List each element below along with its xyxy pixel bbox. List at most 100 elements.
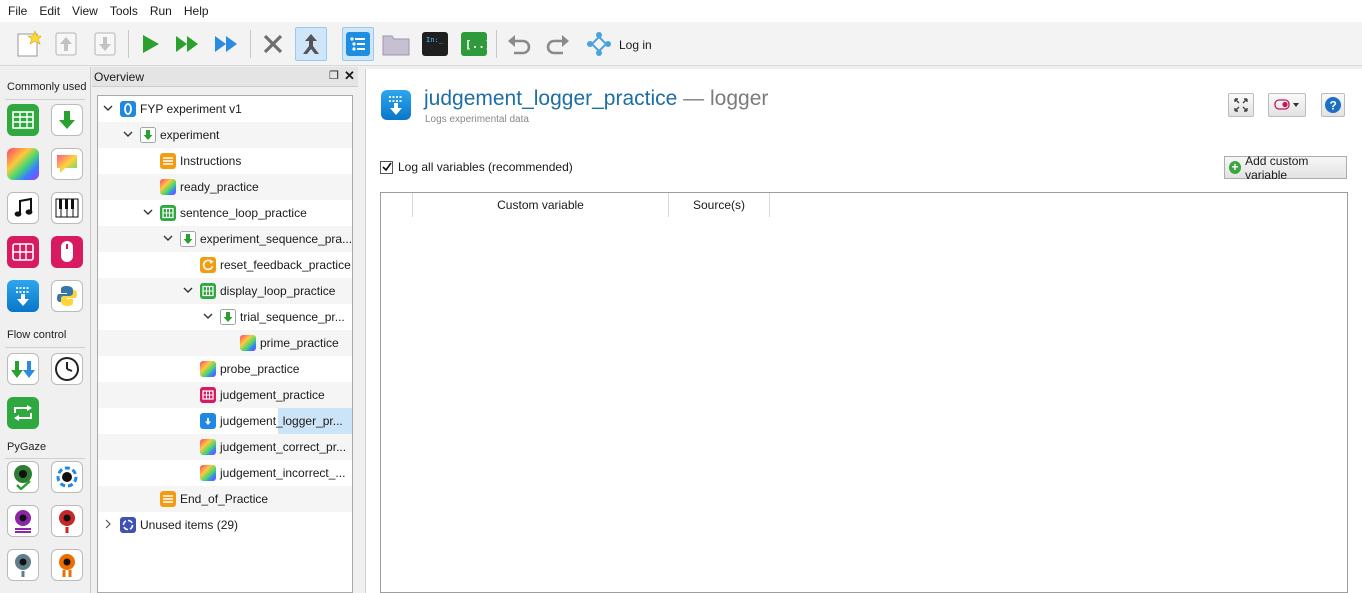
maximize-button[interactable] bbox=[1228, 93, 1254, 117]
item-menu-button[interactable] bbox=[1268, 93, 1306, 117]
pygaze-init-button[interactable] bbox=[51, 461, 83, 493]
collapse-arrow-icon[interactable] bbox=[142, 206, 154, 218]
tree-item[interactable]: reset_feedback_practice bbox=[98, 252, 352, 278]
collapse-arrow-icon[interactable] bbox=[162, 232, 174, 244]
tree-item-label[interactable]: display_loop_practice bbox=[220, 284, 335, 298]
login-button[interactable] bbox=[583, 27, 615, 61]
collapse-arrow-icon[interactable] bbox=[202, 310, 214, 322]
tree-item[interactable]: Unused items (29) bbox=[98, 512, 352, 538]
menu-tools[interactable]: Tools bbox=[104, 0, 144, 22]
tree-item-label[interactable]: judgement_practice bbox=[220, 388, 325, 402]
sequence-item-button[interactable] bbox=[51, 104, 83, 136]
sketchpad-item-button[interactable] bbox=[7, 148, 39, 180]
tree-item[interactable]: End_of_Practice bbox=[98, 486, 352, 512]
column-header-sources[interactable]: Source(s) bbox=[669, 193, 770, 217]
file-pool-button[interactable] bbox=[380, 27, 412, 61]
merge-button[interactable] bbox=[295, 27, 327, 61]
sketchpad-icon bbox=[200, 439, 216, 455]
coroutines-item-button[interactable] bbox=[7, 353, 39, 385]
menu-edit[interactable]: Edit bbox=[33, 0, 66, 22]
menu-help[interactable]: Help bbox=[178, 0, 215, 22]
pygaze-drift-correct-button[interactable] bbox=[7, 461, 39, 493]
run-in-window-button[interactable] bbox=[172, 27, 204, 61]
tree-item[interactable]: prime_practice bbox=[98, 330, 352, 356]
login-label[interactable]: Log in bbox=[619, 38, 652, 52]
tree-item[interactable]: probe_practice bbox=[98, 356, 352, 382]
collapse-arrow-icon[interactable] bbox=[122, 128, 134, 140]
inline-script-item-button[interactable] bbox=[51, 280, 83, 312]
feedback-item-button[interactable] bbox=[51, 148, 83, 180]
mouse-item-button[interactable] bbox=[51, 236, 83, 268]
menu-run[interactable]: Run bbox=[144, 0, 178, 22]
run-button[interactable] bbox=[134, 27, 166, 61]
keyboard-item-button[interactable] bbox=[7, 236, 39, 268]
variable-inspector-button[interactable]: [..] bbox=[458, 27, 490, 61]
log-all-checkbox[interactable] bbox=[380, 160, 393, 174]
collapse-arrow-icon[interactable] bbox=[182, 284, 194, 296]
tree-item[interactable]: trial_sequence_pr... bbox=[98, 304, 352, 330]
custom-variable-table[interactable]: Custom variable Source(s) bbox=[380, 192, 1348, 593]
log-all-variables-option[interactable]: Log all variables (recommended) bbox=[380, 160, 573, 174]
tree-item[interactable]: experiment_sequence_pra... bbox=[98, 226, 352, 252]
expand-arrow-icon[interactable] bbox=[102, 518, 114, 530]
item-title[interactable]: judgement_logger_practice — logger bbox=[424, 87, 768, 111]
tree-item-label[interactable]: Instructions bbox=[180, 154, 241, 168]
tree-item-label[interactable]: Unused items (29) bbox=[140, 518, 238, 532]
tree-item-label[interactable]: reset_feedback_practice bbox=[220, 258, 351, 272]
tree-item-label[interactable]: trial_sequence_pr... bbox=[240, 310, 345, 324]
tree-item-label[interactable]: prime_practice bbox=[260, 336, 339, 350]
tree-item[interactable]: FYP experiment v1 bbox=[98, 96, 352, 122]
tree-item[interactable]: ready_practice bbox=[98, 174, 352, 200]
pygaze-wait-button[interactable] bbox=[51, 549, 83, 581]
list-icon bbox=[346, 32, 370, 56]
console-button[interactable]: In:_ bbox=[419, 27, 451, 61]
close-icon[interactable]: ✕ bbox=[344, 68, 355, 84]
tree-item-label[interactable]: sentence_loop_practice bbox=[180, 206, 307, 220]
loop-item-button[interactable] bbox=[7, 104, 39, 136]
move-up-button[interactable] bbox=[50, 27, 82, 61]
menu-file[interactable]: File bbox=[2, 0, 33, 22]
column-header-index[interactable] bbox=[381, 193, 413, 217]
tree-item-label[interactable]: ready_practice bbox=[180, 180, 259, 194]
overview-toggle-button[interactable] bbox=[342, 27, 374, 61]
tree-item[interactable]: judgement_incorrect_... bbox=[98, 460, 352, 486]
tree-item-label[interactable]: End_of_Practice bbox=[180, 492, 268, 506]
new-experiment-button[interactable] bbox=[12, 27, 44, 61]
repeat-cycle-item-button[interactable] bbox=[7, 397, 39, 429]
tree-item[interactable]: Instructions bbox=[98, 148, 352, 174]
pygaze-log-button[interactable] bbox=[7, 505, 39, 537]
tree-item[interactable]: sentence_loop_practice bbox=[98, 200, 352, 226]
float-icon[interactable]: ❐ bbox=[329, 69, 339, 82]
pygaze-stop-recording-button[interactable] bbox=[7, 549, 39, 581]
tree-item[interactable]: judgement_practice bbox=[98, 382, 352, 408]
synth-item-button[interactable] bbox=[51, 192, 83, 224]
item-description[interactable]: Logs experimental data bbox=[425, 114, 529, 125]
add-custom-variable-button[interactable]: + Add custom variable bbox=[1224, 154, 1347, 182]
column-header-custom-variable[interactable]: Custom variable bbox=[413, 193, 669, 217]
redo-button[interactable] bbox=[542, 27, 574, 61]
menu-view[interactable]: View bbox=[66, 0, 104, 22]
collapse-arrow-icon[interactable] bbox=[102, 102, 114, 114]
tree-item-label[interactable]: judgement_logger_pr... bbox=[220, 414, 343, 428]
tree-item[interactable]: judgement_correct_pr... bbox=[98, 434, 352, 460]
item-name[interactable]: judgement_logger_practice bbox=[424, 87, 677, 110]
quick-run-button[interactable] bbox=[211, 27, 243, 61]
tree-item[interactable]: experiment bbox=[98, 122, 352, 148]
tree-item-label[interactable]: judgement_correct_pr... bbox=[220, 440, 346, 454]
undo-button[interactable] bbox=[503, 27, 535, 61]
tree-item-label[interactable]: experiment bbox=[160, 128, 219, 142]
tree-item[interactable]: display_loop_practice bbox=[98, 278, 352, 304]
advanced-delay-item-button[interactable] bbox=[51, 353, 83, 385]
tree-item[interactable]: judgement_logger_pr... bbox=[98, 408, 352, 434]
logger-item-button[interactable] bbox=[7, 280, 39, 312]
kill-button[interactable] bbox=[257, 27, 289, 61]
help-button[interactable]: ? bbox=[1321, 93, 1345, 117]
sampler-item-button[interactable] bbox=[7, 192, 39, 224]
tree-item-label[interactable]: FYP experiment v1 bbox=[140, 102, 242, 116]
tree-item-label[interactable]: experiment_sequence_pra... bbox=[200, 232, 352, 246]
tree-item-label[interactable]: probe_practice bbox=[220, 362, 299, 376]
pygaze-start-recording-button[interactable] bbox=[51, 505, 83, 537]
move-down-button[interactable] bbox=[89, 27, 121, 61]
tree-item-label[interactable]: judgement_incorrect_... bbox=[220, 466, 345, 480]
log-all-label[interactable]: Log all variables (recommended) bbox=[398, 160, 573, 174]
